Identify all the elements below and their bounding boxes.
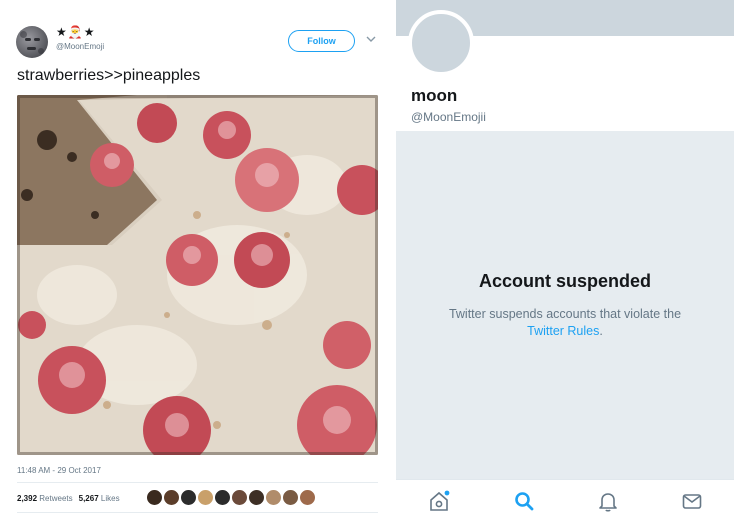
liker-avatar[interactable] xyxy=(181,490,196,505)
tweet-panel: ★🎅★ @MoonEmoji Follow strawberries>>pine… xyxy=(0,0,396,521)
suspended-title: Account suspended xyxy=(478,271,652,291)
liker-avatar[interactable] xyxy=(300,490,315,505)
liker-avatar[interactable] xyxy=(283,490,298,505)
chevron-down-icon[interactable] xyxy=(366,34,376,44)
profile-avatar xyxy=(408,10,474,76)
retweets-stat[interactable]: 2,392 Retweets xyxy=(17,494,73,503)
follow-button[interactable]: Follow xyxy=(288,30,355,52)
liker-avatar[interactable] xyxy=(215,490,230,505)
profile-handle: @MoonEmojii xyxy=(411,110,486,124)
divider xyxy=(17,482,378,483)
tweet-stats: 2,392 Retweets 5,267 Likes xyxy=(17,494,120,503)
liker-avatar[interactable] xyxy=(164,490,179,505)
profile-name: moon xyxy=(411,86,458,105)
search-icon[interactable] xyxy=(512,489,536,513)
home-icon[interactable] xyxy=(427,489,451,513)
user-handle[interactable]: @MoonEmoji xyxy=(56,42,104,51)
profile-panel: moon @MoonEmojii Account suspended Twitt… xyxy=(396,0,734,521)
divider xyxy=(17,512,378,513)
twitter-rules-link[interactable]: Twitter Rules xyxy=(527,324,599,338)
notifications-icon[interactable] xyxy=(596,489,620,513)
display-name[interactable]: ★🎅★ xyxy=(56,25,95,39)
liker-avatar[interactable] xyxy=(232,490,247,505)
messages-icon[interactable] xyxy=(680,489,704,513)
user-avatar[interactable] xyxy=(16,26,48,58)
bottom-tab-bar xyxy=(396,479,734,521)
liker-avatar[interactable] xyxy=(266,490,281,505)
likes-stat[interactable]: 5,267 Likes xyxy=(79,494,120,503)
liker-avatar[interactable] xyxy=(249,490,264,505)
suspended-message: Twitter suspends accounts that violate t… xyxy=(448,307,682,338)
tweet-timestamp[interactable]: 11:48 AM - 29 Oct 2017 xyxy=(17,466,101,475)
tweet-photo[interactable] xyxy=(17,95,378,455)
liker-avatar[interactable] xyxy=(198,490,213,505)
liker-avatars[interactable] xyxy=(147,490,315,505)
liker-avatar[interactable] xyxy=(147,490,162,505)
pizza-image xyxy=(17,95,378,455)
tweet-text: strawberries>>pineapples xyxy=(17,67,201,84)
